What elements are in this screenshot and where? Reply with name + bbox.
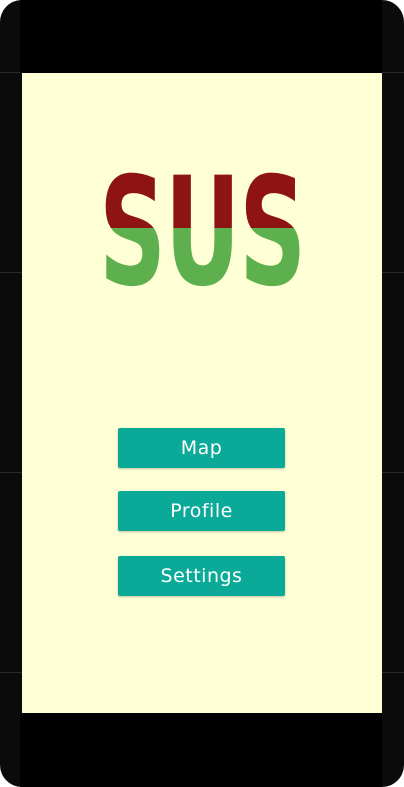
profile-button-label: Profile (170, 500, 233, 522)
device-frame: SUS SUS Map Profile Settings (0, 0, 404, 787)
sus-logo: SUS SUS (99, 170, 307, 290)
settings-button[interactable]: Settings (118, 556, 285, 596)
profile-button[interactable]: Profile (118, 491, 285, 531)
app-screen: SUS SUS Map Profile Settings (22, 73, 382, 713)
top-bezel (20, 0, 382, 73)
bottom-bezel (20, 713, 382, 787)
map-button[interactable]: Map (118, 428, 285, 468)
settings-button-label: Settings (160, 565, 243, 587)
map-button-label: Map (180, 437, 223, 459)
